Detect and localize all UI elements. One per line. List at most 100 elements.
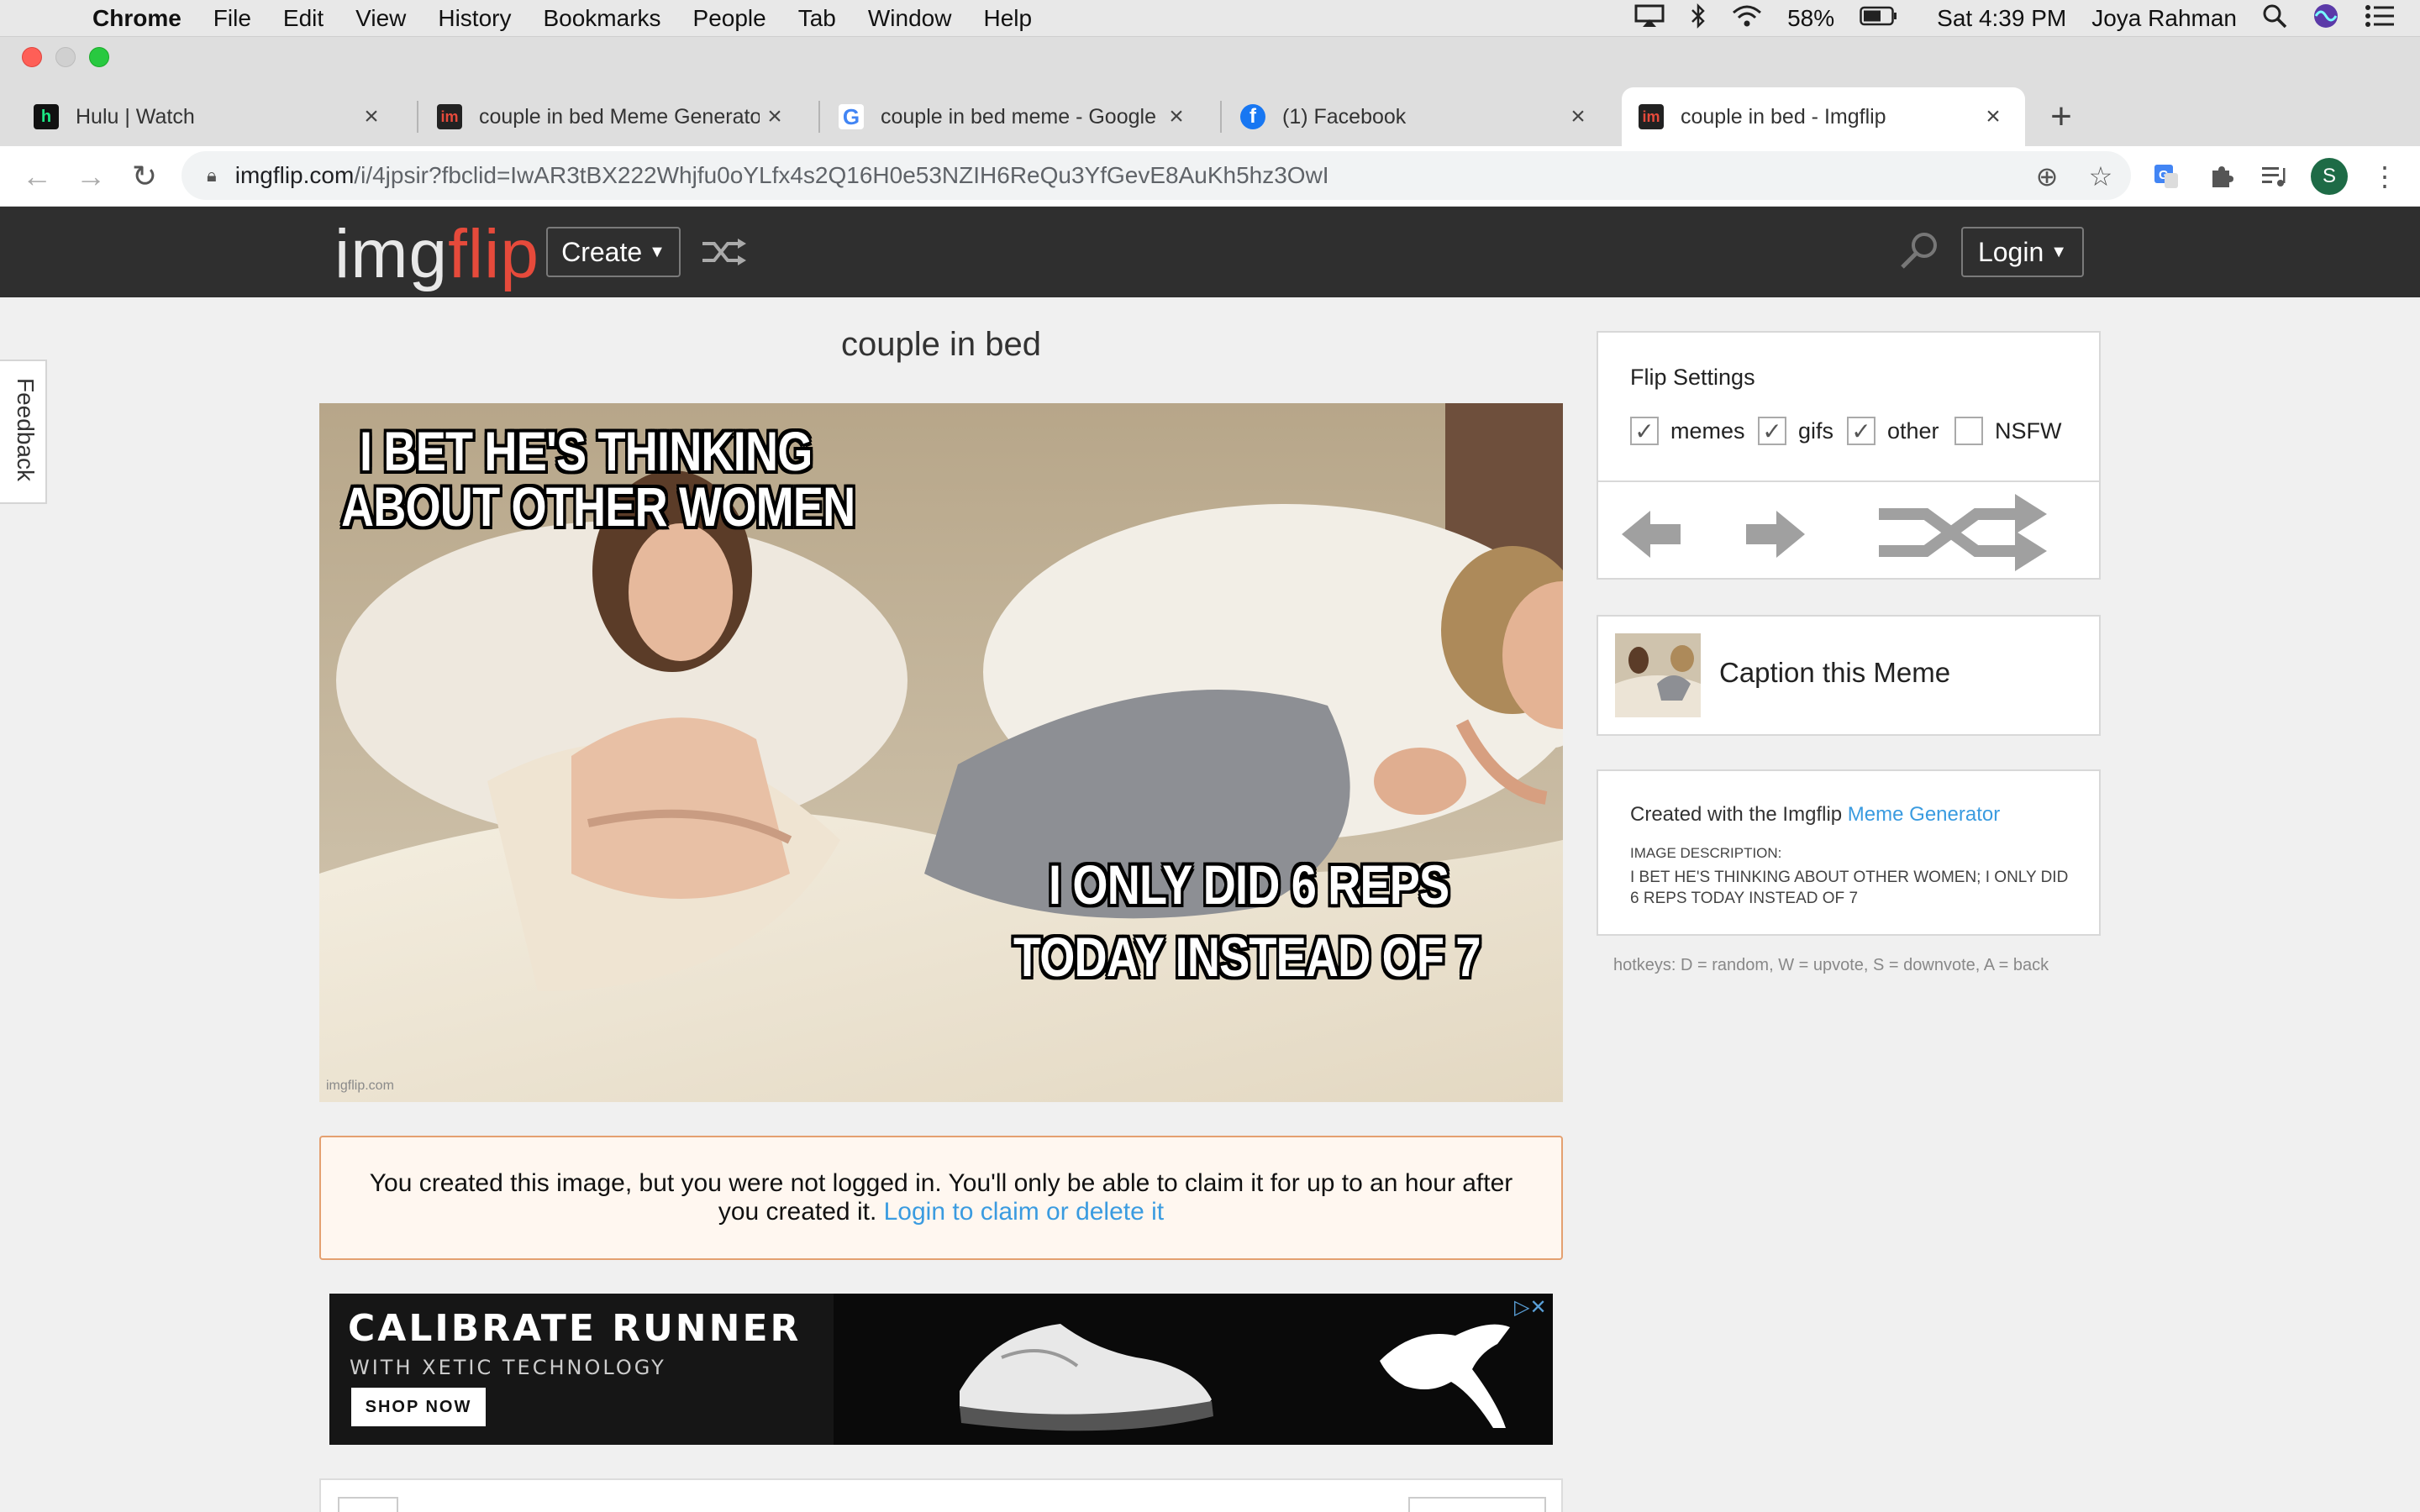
google-translate-icon[interactable]: G [2146,156,2186,197]
close-window-button[interactable] [22,47,42,67]
other-label: other [1887,417,1939,444]
menu-help[interactable]: Help [983,5,1032,32]
image-description-text: I BET HE'S THINKING ABOUT OTHER WOMEN; I… [1630,869,2069,907]
advertisement-banner[interactable]: CALIBRATE RUNNER WITH XETIC TECHNOLOGY S… [329,1294,1553,1445]
menu-history[interactable]: History [438,5,511,32]
bookmark-star-icon[interactable]: ☆ [2081,156,2121,197]
puma-logo-icon [1380,1324,1510,1428]
hotkeys-hint: hotkeys: D = random, W = upvote, S = dow… [1613,956,2049,974]
filter-gifs[interactable]: ✓ gifs [1758,417,1833,445]
random-shuffle-icon[interactable] [1876,489,2052,576]
tab-imgflip-active[interactable]: im couple in bed - Imgflip × [1622,87,2025,146]
created-with-panel: Created with the Imgflip Meme Generator … [1597,769,2101,936]
tab-title: (1) Facebook [1282,104,1407,129]
filter-other[interactable]: ✓ other [1847,417,1939,445]
tab-separator [818,101,820,133]
wifi-icon[interactable] [1732,4,1762,34]
create-label: Create [561,236,643,267]
tab-close-icon[interactable]: × [760,102,790,131]
url-host: imgflip.com [234,162,355,188]
menu-file[interactable]: File [213,5,251,32]
notification-center-icon[interactable] [2365,4,2395,34]
meme-generator-link[interactable]: Meme Generator [1848,803,2000,826]
adchoices-icon[interactable]: ▷✕ [1514,1295,1547,1320]
search-icon[interactable] [1897,228,1941,276]
airplay-icon[interactable] [1634,4,1665,34]
menu-clock[interactable]: Sat 4:39 PM [1937,5,2066,32]
menu-edit[interactable]: Edit [283,5,324,32]
flip-settings-panel: Flip Settings ✓ memes ✓ gifs ✓ other NSF… [1597,331,2101,580]
tab-close-icon[interactable]: × [356,102,387,131]
logo-flip-text: flip [448,216,539,292]
tab-google-search[interactable]: G couple in bed meme - Google Search × [822,87,1208,146]
login-dropdown-button[interactable]: Login ▼ [1961,227,2084,277]
menu-people[interactable]: People [693,5,766,32]
address-bar[interactable]: 🔒︎ imgflip.com/i/4jpsir?fbclid=IwAR3tBX2… [182,151,2131,200]
create-dropdown-button[interactable]: Create ▼ [546,227,681,277]
caption-meme-panel[interactable]: Caption this Meme [1597,615,2101,736]
random-shuffle-icon[interactable] [699,235,750,273]
meme-image[interactable]: I BET HE'S THINKING ABOUT OTHER WOMEN I … [319,403,1563,1102]
tab-close-icon[interactable]: × [1563,102,1593,131]
macos-menu-bar: Chrome File Edit View History Bookmarks … [0,0,2420,37]
tab-close-icon[interactable]: × [1161,102,1192,131]
ad-headline: CALIBRATE RUNNER [348,1307,802,1350]
next-arrow-icon[interactable] [1743,507,1807,561]
feedback-tab[interactable]: Feedback [0,360,47,504]
battery-percent: 58% [1787,5,1835,31]
created-with-text: Created with the Imgflip Meme Generator [1630,803,2000,827]
menu-bookmarks[interactable]: Bookmarks [543,5,660,32]
extensions-puzzle-icon[interactable] [2202,156,2242,197]
tab-close-icon[interactable]: × [1978,102,2008,131]
ad-shop-now-button[interactable]: SHOP NOW [351,1388,486,1426]
other-checkbox[interactable]: ✓ [1847,417,1876,445]
add-circle-icon[interactable]: ⊕ [2027,156,2067,197]
nsfw-label: NSFW [1995,417,2062,444]
window-title-bar [0,37,2420,79]
imgflip-logo[interactable]: imgflip [334,215,539,294]
back-arrow-icon[interactable]: ← [17,156,57,197]
menu-window[interactable]: Window [868,5,952,32]
nsfw-checkbox[interactable] [1954,417,1983,445]
forward-arrow-icon[interactable]: → [71,156,111,197]
menu-user[interactable]: Joya Rahman [2091,5,2237,32]
divider [1598,480,2099,482]
imgflip-watermark: imgflip.com [326,1079,394,1093]
login-to-claim-link[interactable]: Login to claim or delete it [884,1198,1165,1226]
previous-arrow-icon[interactable] [1620,507,1684,561]
vote-button-group[interactable] [338,1497,398,1512]
menu-tab[interactable]: Tab [798,5,836,32]
zoom-window-button[interactable] [89,47,109,67]
filter-memes[interactable]: ✓ memes [1630,417,1745,445]
filter-nsfw[interactable]: NSFW [1954,417,2061,445]
gifs-label: gifs [1798,417,1834,444]
menu-app-name[interactable]: Chrome [92,5,182,32]
bluetooth-icon[interactable] [1690,3,1707,35]
created-with-prefix: Created with the Imgflip [1630,803,1843,826]
tab-meme-generator[interactable]: im couple in bed Meme Generator × [420,87,807,146]
battery-icon[interactable] [1860,5,1898,32]
siri-icon[interactable] [2312,3,2339,35]
tab-hulu[interactable]: h Hulu | Watch × [17,87,403,146]
login-label: Login [1977,236,2044,267]
sort-dropdown[interactable] [1408,1497,1546,1512]
chrome-menu-icon[interactable]: ⋮ [2365,156,2405,197]
spotlight-search-icon[interactable] [2262,3,2287,34]
menu-view[interactable]: View [355,5,406,32]
media-queue-icon[interactable] [2254,156,2294,197]
reload-icon[interactable]: ↻ [124,156,165,197]
minimize-window-button[interactable] [55,47,76,67]
meme-top-line-2: ABOUT OTHER WOMEN [341,475,855,538]
profile-avatar[interactable]: S [2311,158,2348,195]
tab-title: couple in bed Meme Generator [479,104,760,129]
caret-down-icon: ▼ [2050,242,2068,261]
gifs-checkbox[interactable]: ✓ [1758,417,1786,445]
memes-checkbox[interactable]: ✓ [1630,417,1659,445]
new-tab-icon[interactable]: + [2040,96,2082,138]
meme-title: couple in bed [841,326,1041,363]
tab-title: couple in bed meme - Google Search [881,104,1161,129]
caret-down-icon: ▼ [649,242,666,261]
meme-thumbnail [1615,633,1701,717]
tab-facebook[interactable]: f (1) Facebook × [1223,87,1610,146]
lock-icon[interactable]: 🔒︎ [207,165,217,186]
